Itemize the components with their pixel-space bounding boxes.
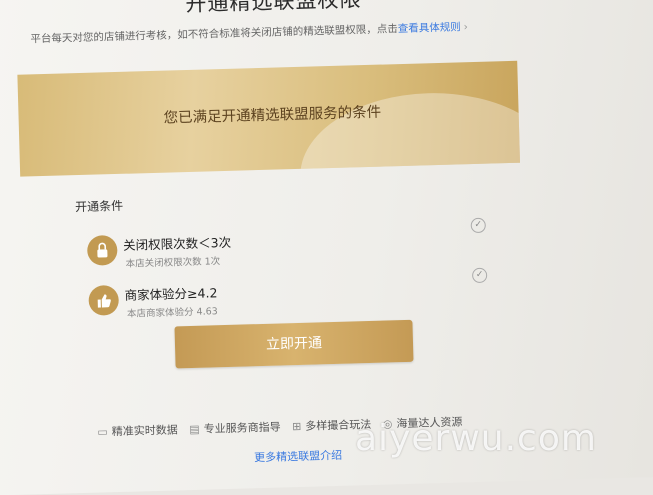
feature-item: ▭ 精准实时数据 [97, 423, 178, 438]
more-info-link[interactable]: 更多精选联盟介绍 [254, 447, 342, 465]
page-subtitle: 平台每天对您的店铺进行考核，如不符合标准将关闭店铺的精选联盟权限，点击查看具体规… [30, 19, 468, 46]
rules-link[interactable]: 查看具体规则 [398, 21, 461, 35]
chevron-right-icon: › [463, 21, 469, 34]
condition-detail: 本店商家体验分 4.63 [126, 306, 218, 320]
eligibility-banner: 您已满足开通精选联盟服务的条件 [17, 60, 521, 177]
thumbs-up-icon [88, 284, 120, 316]
subtitle-text: 平台每天对您的店铺进行考核，如不符合标准将关闭店铺的精选联盟权限，点击 [30, 23, 398, 46]
condition-detail: 本店关闭权限次数 1次 [125, 256, 221, 270]
lock-icon [86, 235, 118, 266]
banner-text: 您已满足开通精选联盟服务的条件 [163, 104, 382, 127]
feature-item: ▤ 专业服务商指导 [189, 421, 281, 437]
open-now-button[interactable]: 立即开通 [174, 319, 414, 369]
feature-label: 专业服务商指导 [203, 420, 281, 436]
check-icon: ✓ [470, 217, 486, 234]
watermark: aiyerwu.com [355, 418, 597, 459]
condition-label: 关闭权限次数＜3次 [122, 234, 232, 253]
conditions-heading: 开通条件 [74, 198, 124, 215]
grid-icon: ▤ [189, 422, 200, 437]
page-title: 开通精选联盟权限 [185, 0, 362, 16]
apps-icon: ⊞ [291, 419, 302, 434]
condition-label: 商家体验分≥4.2 [124, 285, 218, 303]
check-icon: ✓ [471, 267, 488, 284]
monitor-icon: ▭ [97, 425, 108, 439]
feature-label: 精准实时数据 [111, 423, 178, 439]
